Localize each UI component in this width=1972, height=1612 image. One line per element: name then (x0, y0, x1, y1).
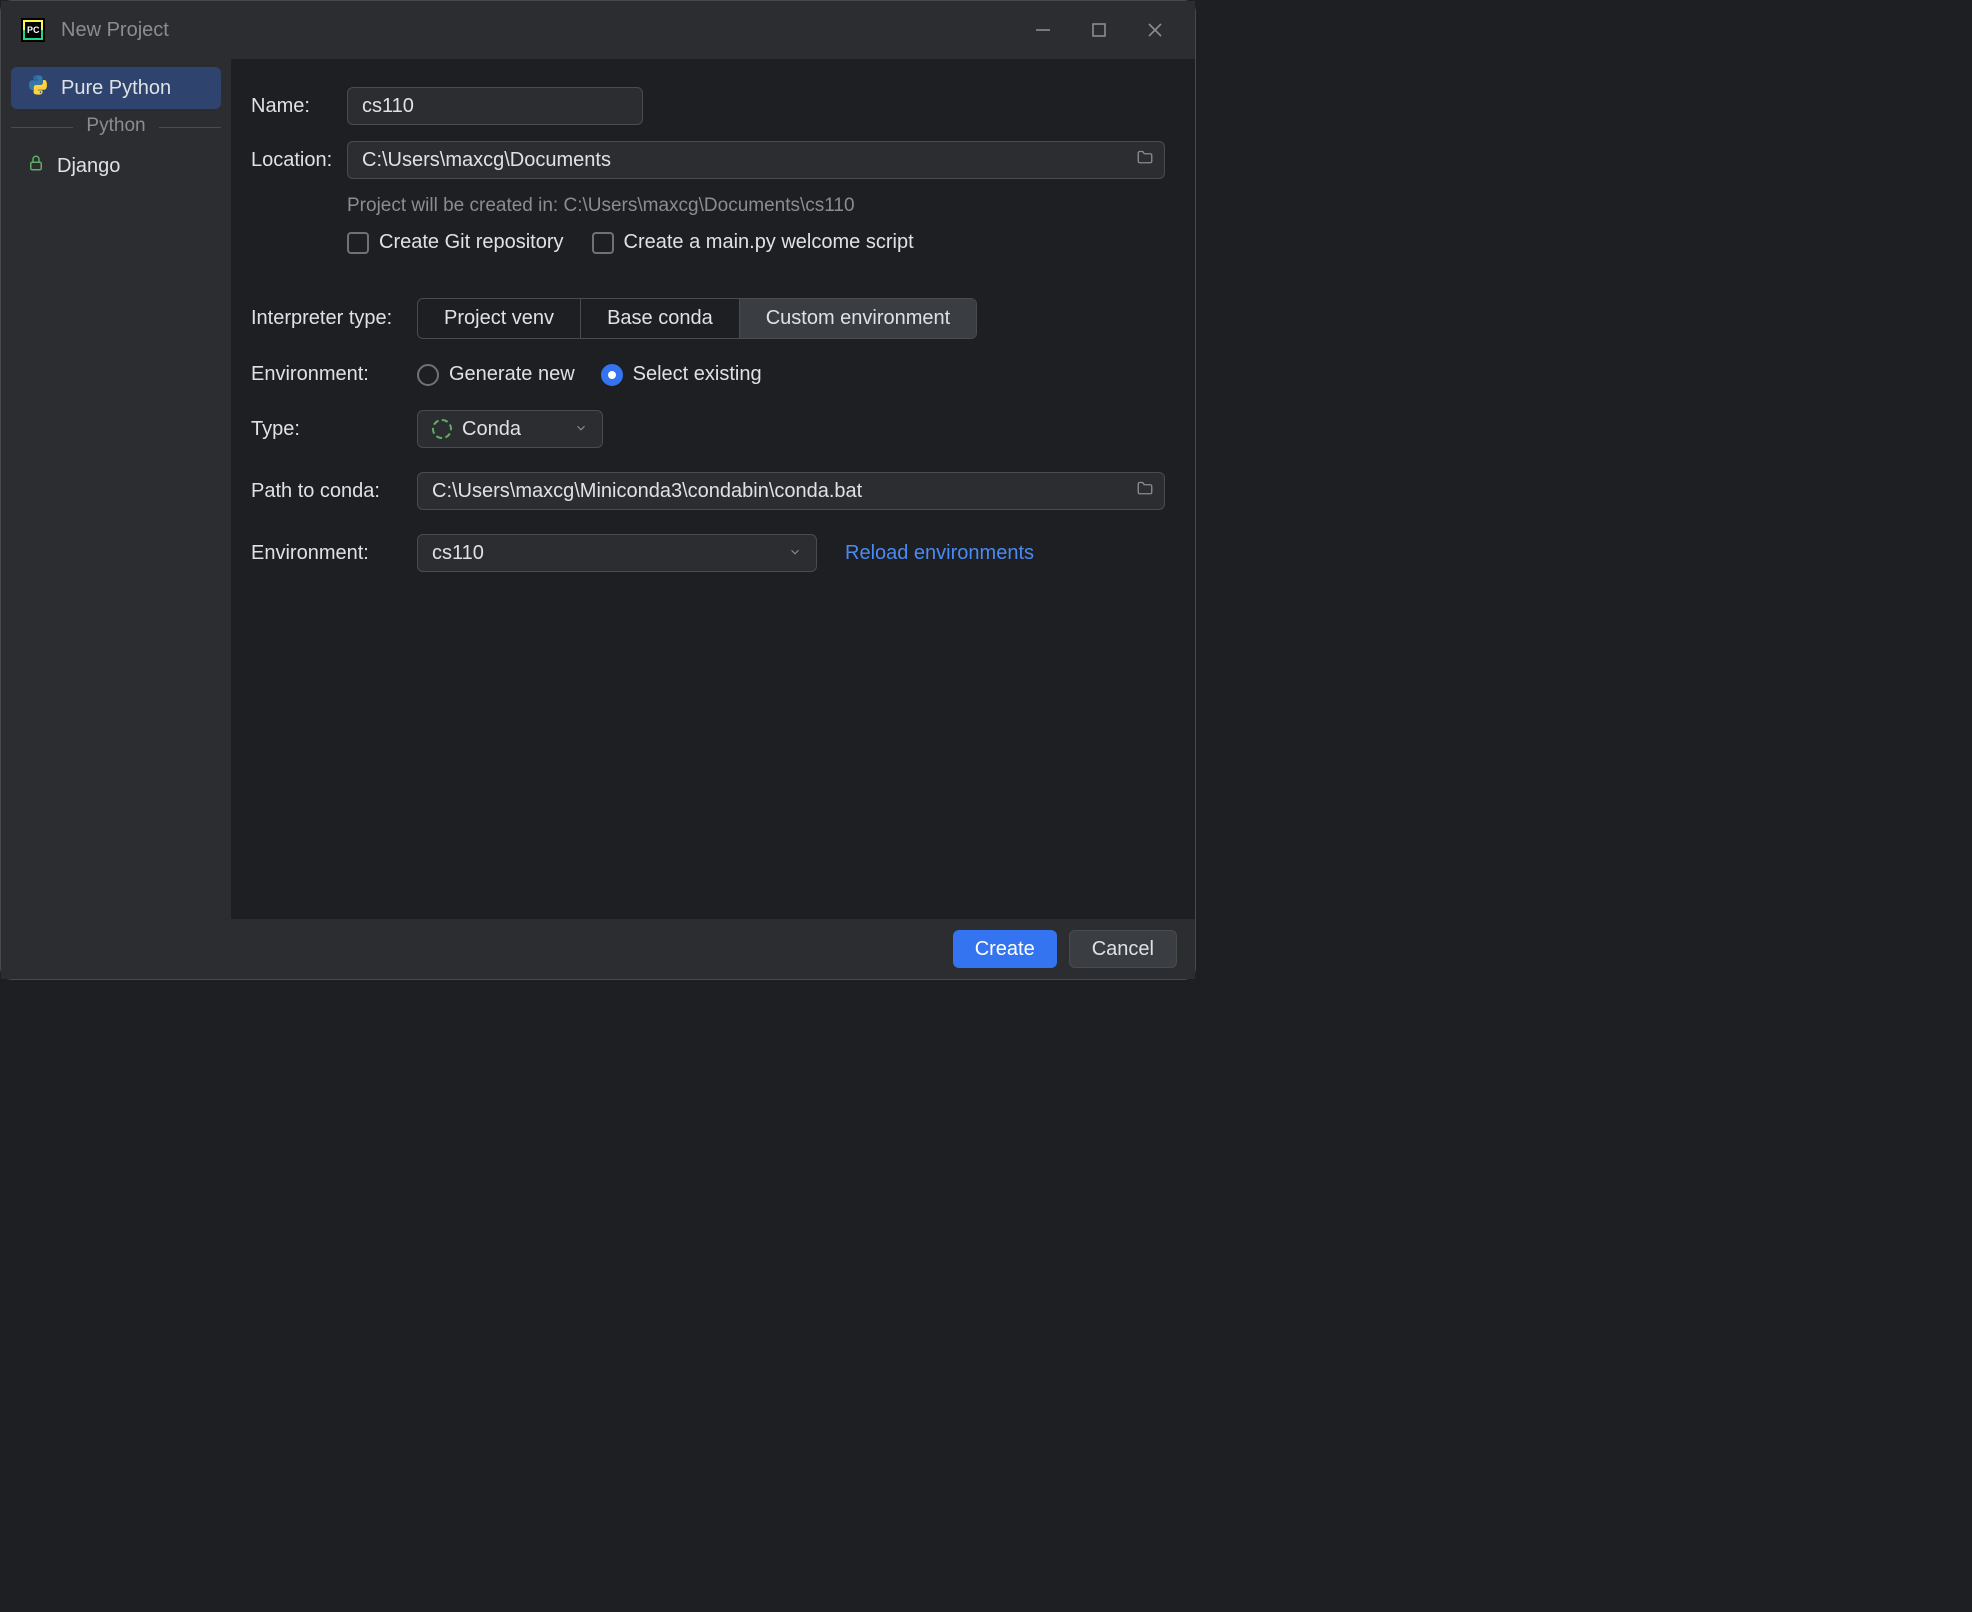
type-value: Conda (462, 418, 521, 441)
conda-path-input[interactable] (417, 472, 1165, 510)
type-label: Type: (251, 418, 417, 441)
folder-icon[interactable] (1135, 149, 1155, 172)
checkbox-label: Create Git repository (379, 231, 564, 254)
folder-icon[interactable] (1135, 480, 1155, 503)
cancel-button[interactable]: Cancel (1069, 930, 1177, 968)
sidebar-group-label: Python (1, 109, 231, 145)
python-icon (27, 74, 49, 102)
seg-base-conda[interactable]: Base conda (581, 299, 740, 338)
type-select[interactable]: Conda (417, 410, 603, 448)
interpreter-type-label: Interpreter type: (251, 307, 417, 330)
location-input[interactable] (347, 141, 1165, 179)
environment-select-label: Environment: (251, 542, 417, 565)
conda-path-label: Path to conda: (251, 480, 417, 503)
chevron-down-icon (788, 542, 802, 565)
reload-environments-link[interactable]: Reload environments (845, 542, 1034, 565)
minimize-button[interactable] (1031, 18, 1055, 42)
footer: Create Cancel (1, 919, 1195, 979)
interpreter-type-segment: Project venv Base conda Custom environme… (417, 298, 977, 339)
sidebar-item-pure-python[interactable]: Pure Python (11, 67, 221, 109)
welcome-script-checkbox[interactable]: Create a main.py welcome script (592, 231, 914, 254)
location-label: Location: (251, 149, 347, 172)
maximize-button[interactable] (1087, 18, 1111, 42)
location-help-text: Project will be created in: C:\Users\max… (347, 195, 1165, 217)
app-icon: PC (21, 18, 45, 42)
name-input[interactable] (347, 87, 643, 125)
radio-select-existing[interactable]: Select existing (601, 363, 762, 386)
environment-value: cs110 (432, 542, 484, 565)
radio-circle (417, 364, 439, 386)
checkbox-box (347, 232, 369, 254)
radio-circle (601, 364, 623, 386)
window-controls (1031, 18, 1179, 42)
sidebar: Pure Python Python Django (1, 59, 231, 919)
environment-select[interactable]: cs110 (417, 534, 817, 572)
conda-icon (432, 419, 452, 439)
create-button[interactable]: Create (953, 930, 1057, 968)
window-title: New Project (61, 19, 1031, 42)
radio-label: Generate new (449, 363, 575, 386)
lock-icon (27, 154, 45, 178)
close-button[interactable] (1143, 18, 1167, 42)
name-label: Name: (251, 95, 347, 118)
sidebar-item-label: Pure Python (61, 77, 171, 100)
radio-label: Select existing (633, 363, 762, 386)
git-checkbox[interactable]: Create Git repository (347, 231, 564, 254)
seg-project-venv[interactable]: Project venv (418, 299, 581, 338)
main-panel: Name: Location: Project will be created … (231, 59, 1195, 919)
titlebar: PC New Project (1, 1, 1195, 59)
radio-generate-new[interactable]: Generate new (417, 363, 575, 386)
checkbox-label: Create a main.py welcome script (624, 231, 914, 254)
checkbox-box (592, 232, 614, 254)
sidebar-item-label: Django (57, 155, 120, 178)
sidebar-item-django[interactable]: Django (11, 145, 221, 187)
chevron-down-icon (574, 418, 588, 441)
svg-text:PC: PC (27, 25, 40, 35)
environment-label: Environment: (251, 363, 417, 386)
seg-custom-environment[interactable]: Custom environment (740, 299, 977, 338)
